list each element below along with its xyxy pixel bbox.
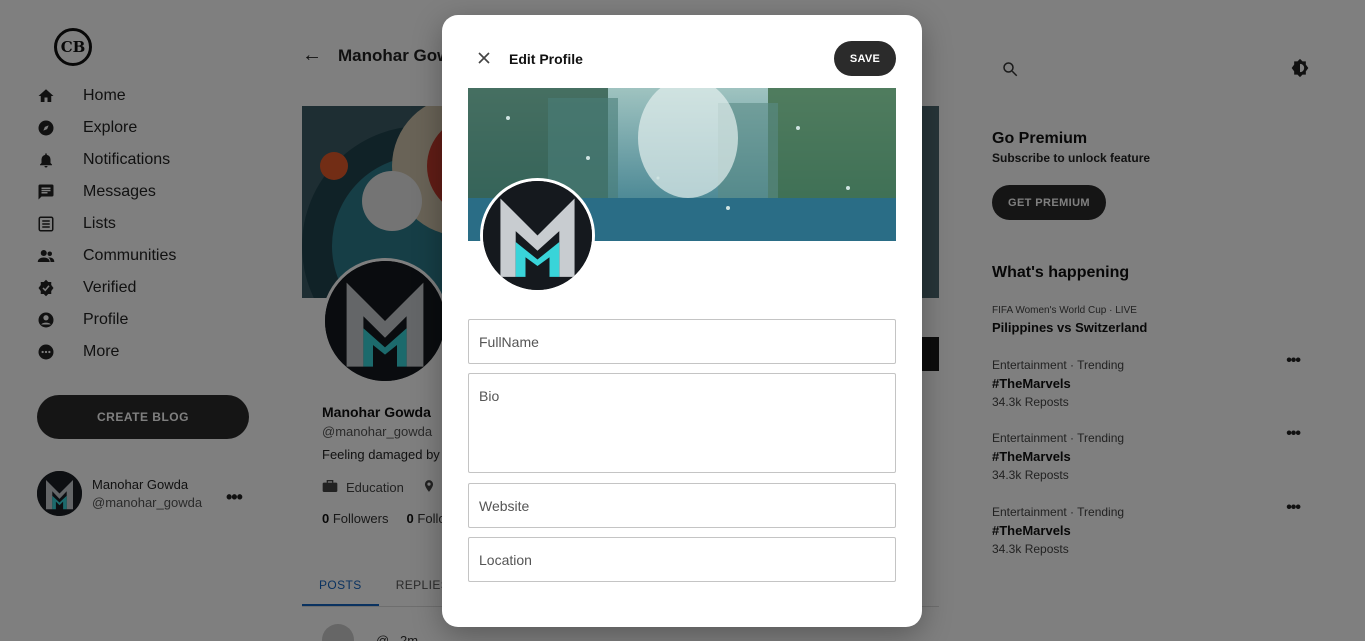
profile-photo[interactable]	[480, 178, 595, 293]
fullname-input[interactable]	[468, 319, 896, 364]
scroll-cutoff-text	[472, 598, 475, 604]
edit-profile-dialog: Edit Profile SAVE	[442, 15, 922, 627]
bio-textarea[interactable]	[468, 373, 896, 473]
location-input[interactable]	[468, 537, 896, 582]
close-icon[interactable]	[474, 48, 494, 68]
dialog-title: Edit Profile	[509, 51, 583, 67]
website-input[interactable]	[468, 483, 896, 528]
save-button[interactable]: SAVE	[834, 41, 896, 76]
